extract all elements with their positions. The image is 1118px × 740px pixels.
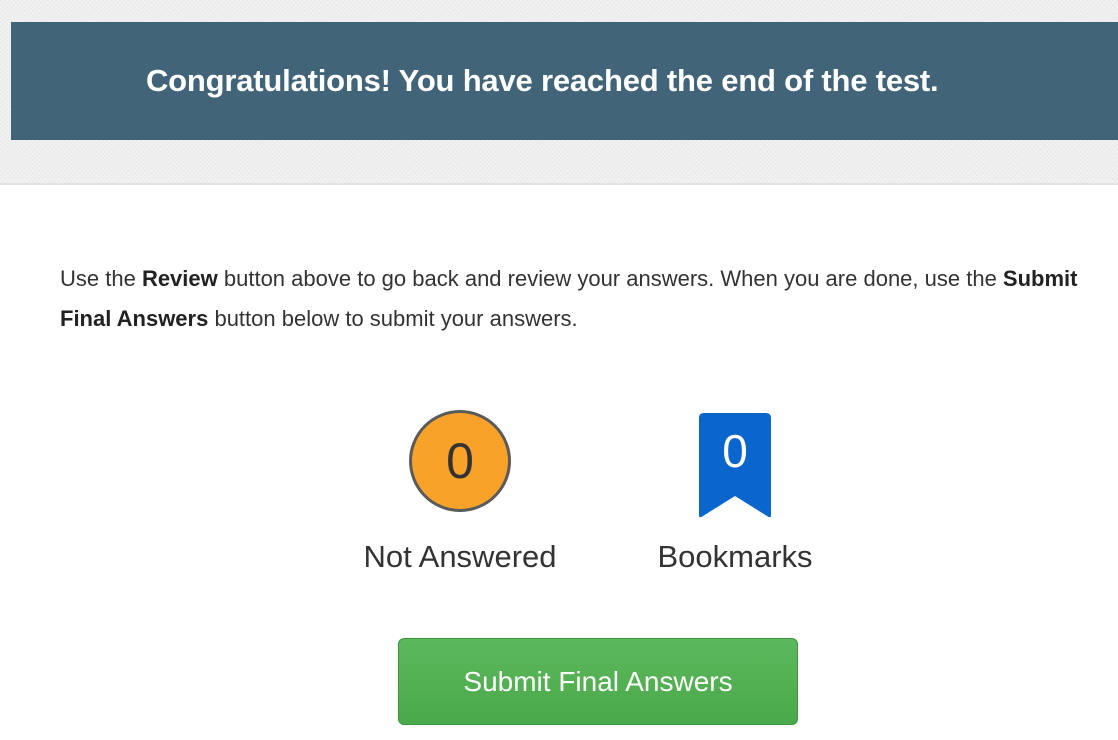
circle-icon: 0 [409, 410, 511, 512]
bookmarks-stat: 0 Bookmarks [630, 410, 840, 575]
instructions-part-3: button below to submit your answers. [208, 306, 578, 331]
not-answered-label: Not Answered [363, 539, 557, 574]
completion-banner: Congratulations! You have reached the en… [11, 22, 1118, 140]
review-keyword: Review [141, 266, 218, 291]
banner-title: Congratulations! You have reached the en… [146, 63, 939, 98]
not-answered-stat: 0 Not Answered [340, 410, 580, 575]
bookmarks-label: Bookmarks [657, 539, 813, 574]
instructions-part-2: button above to go back and review your … [217, 266, 1003, 291]
instructions-part-1: Use the [60, 266, 142, 291]
submit-final-answers-button[interactable]: Submit Final Answers [398, 638, 798, 725]
bookmark-icon: 0 [695, 410, 775, 520]
bookmarks-count: 0 [722, 425, 748, 477]
not-answered-count: 0 [446, 433, 474, 489]
instructions-text: Use the Review button above to go back a… [60, 259, 1100, 339]
